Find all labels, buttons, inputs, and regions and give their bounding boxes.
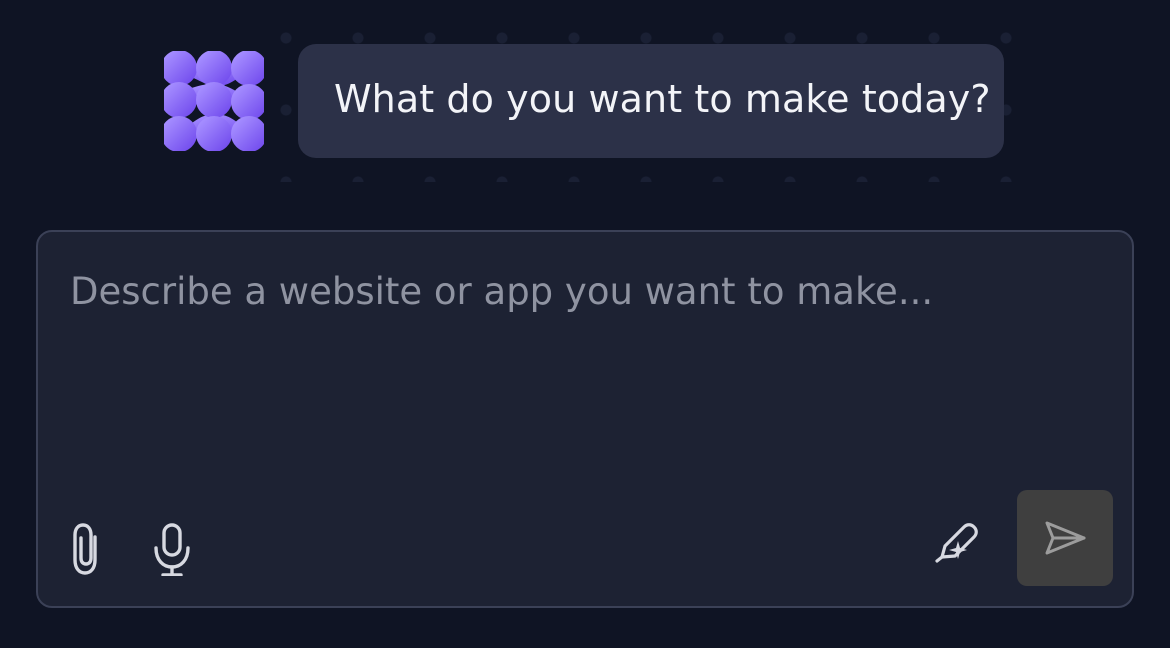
brand-logo-icon: [164, 51, 264, 151]
assistant-message-bubble: What do you want to make today?: [298, 44, 1004, 158]
send-button[interactable]: [1017, 490, 1113, 586]
enhance-prompt-button[interactable]: [930, 513, 986, 569]
microphone-button[interactable]: [149, 522, 195, 576]
send-icon: [1045, 521, 1086, 555]
prompt-composer: [36, 230, 1134, 608]
pen-sparkle-icon: [935, 523, 978, 563]
prompt-input[interactable]: [70, 270, 1070, 530]
chat-start-screen: What do you want to make today?: [0, 0, 1170, 648]
microphone-icon: [154, 523, 190, 576]
paperclip-icon: [73, 523, 97, 575]
attach-button[interactable]: [65, 522, 111, 576]
assistant-greeting: What do you want to make today?: [334, 77, 991, 121]
